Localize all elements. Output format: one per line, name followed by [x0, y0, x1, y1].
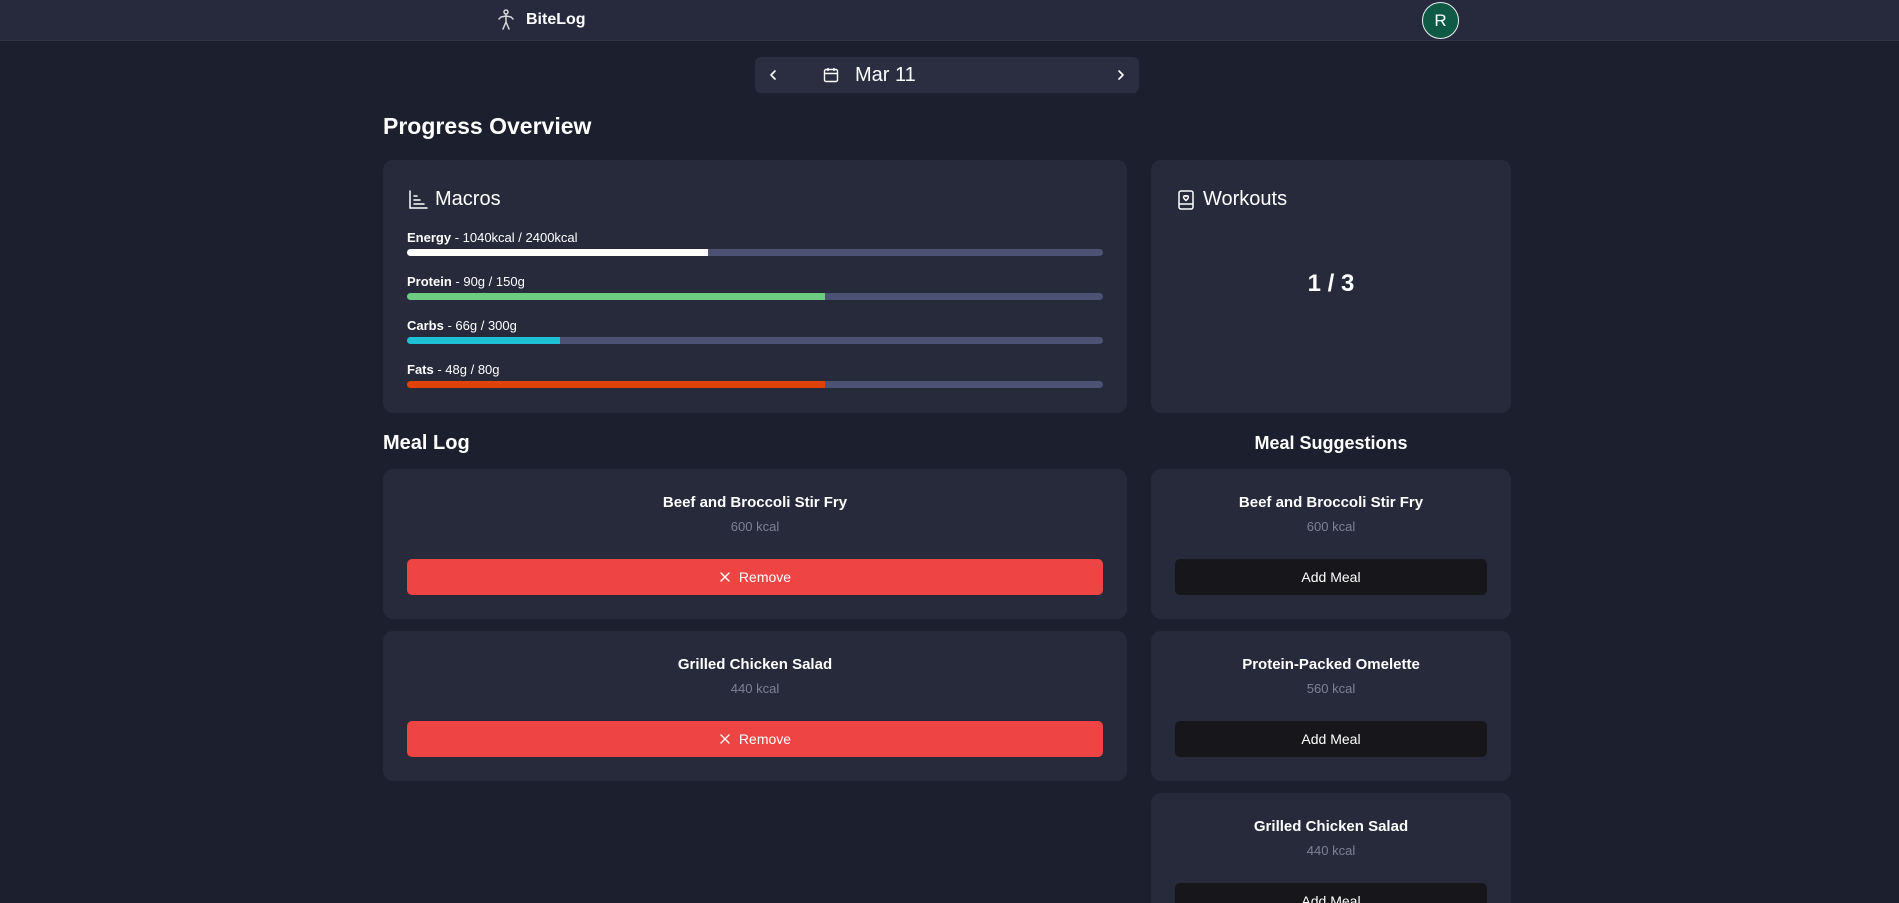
- add-meal-label: Add Meal: [1301, 569, 1361, 585]
- meal-kcal: 560 kcal: [1306, 681, 1356, 696]
- meal-kcal: 440 kcal: [1306, 843, 1356, 858]
- macro-name: Energy: [407, 230, 452, 245]
- macro-detail: - 48g / 80g: [433, 362, 500, 377]
- workouts-card: Workouts 1 / 3: [1151, 160, 1511, 413]
- macros-card: Macros Energy - 1040kcal / 2400kcal Prot…: [383, 160, 1127, 413]
- macro-fats-label: Fats - 48g / 80g: [407, 362, 1103, 378]
- meal-kcal: 440 kcal: [730, 681, 780, 696]
- meal-log-title: Meal Log: [383, 432, 470, 454]
- macro-name: Carbs: [407, 318, 444, 333]
- workouts-count: 1 / 3: [1307, 270, 1355, 297]
- meal-log-item: Grilled Chicken Salad 440 kcal Remove: [383, 631, 1127, 781]
- meal-name: Grilled Chicken Salad: [677, 656, 833, 673]
- bar-chart-icon: [409, 189, 428, 209]
- calendar-icon: [823, 68, 839, 83]
- remove-label: Remove: [738, 569, 792, 585]
- macro-carbs-track: [407, 337, 1103, 344]
- remove-label: Remove: [738, 731, 792, 747]
- macro-name: Protein: [407, 274, 452, 289]
- meal-name: Grilled Chicken Salad: [1253, 818, 1409, 835]
- brand[interactable]: BiteLog: [494, 8, 586, 32]
- macro-carbs-fill: [407, 337, 561, 344]
- running-figure-icon: [498, 9, 514, 30]
- meal-kcal: 600 kcal: [730, 519, 780, 534]
- meal-log-item: Beef and Broccoli Stir Fry 600 kcal Remo…: [383, 469, 1127, 619]
- progress-overview-title: Progress Overview: [383, 113, 592, 139]
- macro-carbs: Carbs - 66g / 300g: [407, 318, 1103, 344]
- top-navbar: BiteLog R: [0, 0, 1899, 41]
- workouts-header: Workouts: [1175, 188, 1287, 211]
- macro-detail: - 90g / 150g: [451, 274, 525, 289]
- meal-kcal: 600 kcal: [1306, 519, 1356, 534]
- workouts-title: Workouts: [1203, 188, 1288, 210]
- chevron-right-icon[interactable]: [1111, 65, 1131, 85]
- current-date[interactable]: Mar 11: [855, 64, 916, 87]
- add-meal-button[interactable]: Add Meal: [1175, 883, 1487, 903]
- macros-header: Macros: [407, 188, 501, 211]
- macro-name: Fats: [407, 362, 434, 377]
- avatar-initial: R: [1434, 10, 1447, 30]
- macro-protein-fill: [407, 293, 825, 300]
- macro-fats-fill: [407, 381, 825, 388]
- remove-button[interactable]: Remove: [407, 721, 1103, 757]
- date-selector: Mar 11: [755, 57, 1139, 93]
- meal-suggestions-title: Meal Suggestions: [1254, 433, 1408, 453]
- close-icon: [720, 734, 730, 744]
- macro-protein-track: [407, 293, 1103, 300]
- fitness-tracker-icon: [1178, 189, 1194, 210]
- macro-energy: Energy - 1040kcal / 2400kcal: [407, 230, 1103, 256]
- meal-name: Beef and Broccoli Stir Fry: [1238, 494, 1424, 511]
- meal-name: Beef and Broccoli Stir Fry: [662, 494, 848, 511]
- macro-carbs-label: Carbs - 66g / 300g: [407, 318, 1103, 334]
- macros-title: Macros: [435, 188, 501, 210]
- avatar[interactable]: R: [1422, 2, 1459, 39]
- macro-detail: - 1040kcal / 2400kcal: [451, 230, 578, 245]
- macro-detail: - 66g / 300g: [443, 318, 517, 333]
- chevron-left-icon[interactable]: [763, 65, 783, 85]
- suggestion-item: Grilled Chicken Salad 440 kcal Add Meal: [1151, 793, 1511, 903]
- macro-protein: Protein - 90g / 150g: [407, 274, 1103, 300]
- macro-protein-label: Protein - 90g / 150g: [407, 274, 1103, 290]
- add-meal-label: Add Meal: [1301, 893, 1361, 903]
- app-name: BiteLog: [526, 11, 586, 28]
- suggestion-item: Beef and Broccoli Stir Fry 600 kcal Add …: [1151, 469, 1511, 619]
- suggestion-item: Protein-Packed Omelette 560 kcal Add Mea…: [1151, 631, 1511, 781]
- add-meal-button[interactable]: Add Meal: [1175, 721, 1487, 757]
- macro-fats-track: [407, 381, 1103, 388]
- macro-energy-track: [407, 249, 1103, 256]
- macro-fats: Fats - 48g / 80g: [407, 362, 1103, 388]
- macro-energy-fill: [407, 249, 709, 256]
- add-meal-label: Add Meal: [1301, 731, 1361, 747]
- meal-name: Protein-Packed Omelette: [1242, 656, 1420, 673]
- macro-energy-label: Energy - 1040kcal / 2400kcal: [407, 230, 1103, 246]
- close-icon: [720, 572, 730, 582]
- add-meal-button[interactable]: Add Meal: [1175, 559, 1487, 595]
- remove-button[interactable]: Remove: [407, 559, 1103, 595]
